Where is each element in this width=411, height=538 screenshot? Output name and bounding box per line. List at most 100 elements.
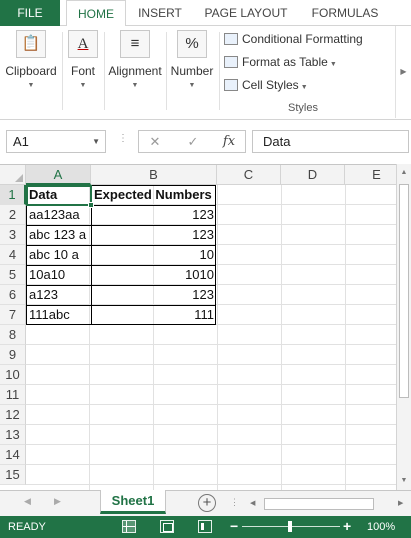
row-header[interactable]: 8 [0, 325, 26, 345]
styles-group: Conditional Formatting Format as Table ▼ … [224, 28, 370, 97]
table-divider [27, 225, 215, 226]
tab-file[interactable]: FILE [0, 0, 60, 26]
zoom-slider-thumb[interactable] [288, 521, 292, 532]
ribbon-tab-bar: FILE HOME INSERT PAGE LAYOUT FORMULAS [0, 0, 411, 27]
chevron-down-icon: ▼ [300, 84, 308, 91]
select-all-corner[interactable] [0, 165, 26, 185]
row-header[interactable]: 9 [0, 345, 26, 365]
zoom-out-icon[interactable]: − [230, 518, 238, 534]
table-divider [27, 285, 215, 286]
next-sheet-icon[interactable]: ▶ [54, 496, 61, 507]
chevron-down-icon: ▼ [188, 82, 196, 89]
format-as-table-label: Format as Table [242, 55, 328, 69]
row-header[interactable]: 2 [0, 205, 26, 225]
column-header-c[interactable]: C [217, 165, 281, 185]
conditional-formatting-button[interactable]: Conditional Formatting [224, 28, 370, 51]
formula-input[interactable]: Data [252, 130, 409, 153]
cell-styles-icon [224, 79, 238, 91]
ribbon-divider [219, 32, 220, 110]
row-header[interactable]: 11 [0, 385, 26, 405]
tab-insert[interactable]: INSERT [132, 0, 188, 26]
name-box-value: A1 [13, 134, 29, 149]
row-header[interactable]: 7 [0, 305, 26, 325]
worksheet-grid[interactable]: A B C D E 1 2 3 4 5 6 7 8 9 10 11 12 13 … [0, 164, 411, 490]
row-header[interactable]: 15 [0, 465, 26, 485]
row-header[interactable]: 12 [0, 405, 26, 425]
clipboard-label: Clipboard [5, 64, 57, 78]
scroll-up-icon[interactable]: ▲ [397, 166, 411, 180]
conditional-formatting-label: Conditional Formatting [242, 32, 363, 46]
add-sheet-icon[interactable]: + [198, 494, 216, 512]
zoom-in-icon[interactable]: + [343, 518, 351, 534]
page-break-view-icon[interactable] [198, 520, 212, 533]
sheet-tab-sheet1[interactable]: Sheet1 [100, 490, 166, 514]
zoom-level[interactable]: 100% [367, 521, 395, 533]
active-cell-outline [26, 185, 92, 206]
formula-bar: A1 ▼ ⋮ ✕ ✓ fx Data [0, 120, 411, 164]
chevron-down-icon: ▼ [329, 61, 337, 68]
number-label: Number [170, 64, 214, 78]
previous-sheet-icon[interactable]: ◀ [24, 496, 31, 507]
chevron-down-icon: ▼ [79, 82, 87, 89]
enter-icon[interactable]: ✓ [183, 133, 203, 151]
chevron-down-icon: ▼ [27, 82, 35, 89]
row-header[interactable]: 6 [0, 285, 26, 305]
clipboard-icon: 📋 [16, 30, 46, 58]
row-header[interactable]: 10 [0, 365, 26, 385]
tab-page-layout[interactable]: PAGE LAYOUT [200, 0, 292, 26]
vertical-scrollbar[interactable]: ▲ ▼ [396, 164, 411, 490]
vertical-scroll-thumb[interactable] [399, 184, 409, 398]
column-header-b[interactable]: B [91, 165, 217, 185]
chevron-down-icon: ▼ [131, 82, 139, 89]
alignment-label: Alignment [108, 64, 162, 78]
table-divider [27, 265, 215, 266]
status-text: READY [8, 521, 46, 533]
tab-split-handle-icon[interactable]: ⋮ [230, 497, 239, 508]
ribbon-scroll-right-button[interactable]: ▶ [395, 26, 411, 118]
sheet-tab-bar: ◀ ▶ Sheet1 + ⋮ ◀ ▶ [0, 490, 411, 516]
page-layout-view-icon[interactable] [160, 520, 174, 533]
clipboard-button[interactable]: 📋 Clipboard ▼ [2, 30, 60, 89]
scroll-down-icon[interactable]: ▼ [397, 474, 411, 488]
insert-function-icon[interactable]: fx [219, 133, 239, 151]
row-header[interactable]: 14 [0, 445, 26, 465]
column-header-d[interactable]: D [281, 165, 345, 185]
font-button[interactable]: A Font ▼ [64, 30, 102, 89]
status-bar: READY − + 100% [0, 516, 411, 538]
fill-handle[interactable] [88, 202, 94, 208]
cancel-icon[interactable]: ✕ [145, 133, 165, 151]
scroll-right-icon[interactable]: ▶ [398, 497, 403, 511]
table-divider [27, 245, 215, 246]
column-header-a[interactable]: A [26, 165, 91, 185]
chevron-down-icon[interactable]: ▼ [92, 131, 100, 152]
select-all-icon [15, 174, 23, 182]
tab-home[interactable]: HOME [66, 0, 126, 27]
format-as-table-button[interactable]: Format as Table ▼ [224, 51, 370, 74]
row-header[interactable]: 5 [0, 265, 26, 285]
table-divider [27, 305, 215, 306]
scroll-left-icon[interactable]: ◀ [250, 497, 255, 511]
font-color-icon: A [68, 30, 98, 58]
font-label: Font [70, 64, 95, 78]
table-border [26, 185, 216, 325]
styles-group-label: Styles [288, 102, 318, 114]
tab-formulas[interactable]: FORMULAS [306, 0, 384, 26]
row-header[interactable]: 3 [0, 225, 26, 245]
row-header[interactable]: 4 [0, 245, 26, 265]
horizontal-scrollbar[interactable]: ◀ ▶ [250, 497, 410, 511]
row-header[interactable]: 1 [0, 185, 26, 205]
cell-styles-button[interactable]: Cell Styles ▼ [224, 74, 370, 97]
name-box[interactable]: A1 ▼ [6, 130, 106, 153]
conditional-formatting-icon [224, 33, 238, 45]
table-icon [224, 56, 238, 68]
number-button[interactable]: % Number ▼ [168, 30, 216, 89]
ribbon: 📋 Clipboard ▼ A Font ▼ ≡ Alignment ▼ % N… [0, 26, 411, 120]
cell-styles-label: Cell Styles [242, 78, 299, 92]
row-header[interactable]: 13 [0, 425, 26, 445]
drag-handle-icon[interactable]: ⋮ [118, 133, 129, 144]
chevron-right-icon: ▶ [400, 67, 407, 76]
alignment-button[interactable]: ≡ Alignment ▼ [106, 30, 164, 89]
ribbon-divider [62, 32, 63, 110]
horizontal-scroll-thumb[interactable] [264, 498, 374, 510]
normal-view-icon[interactable] [122, 520, 136, 533]
